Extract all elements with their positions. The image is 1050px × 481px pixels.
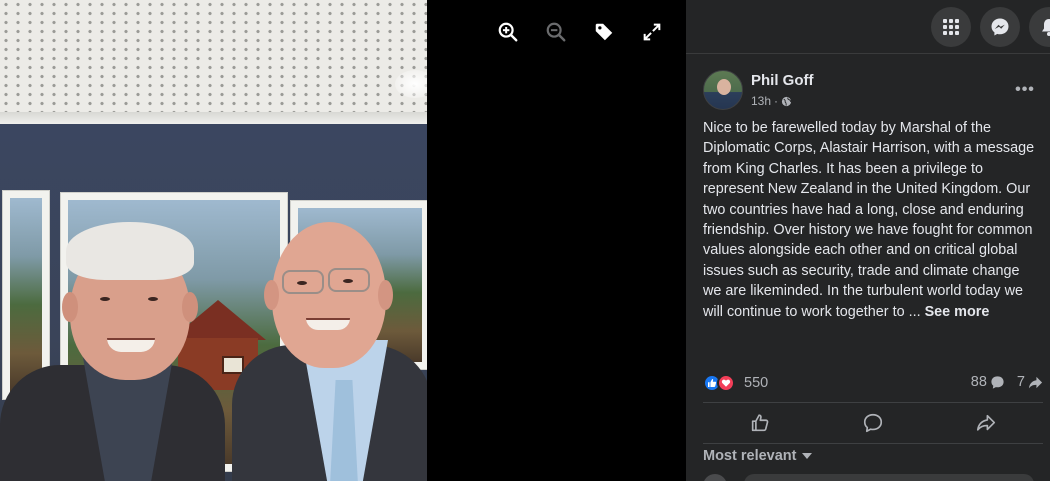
comment-preview	[744, 474, 1034, 481]
fullscreen-button[interactable]	[638, 18, 666, 46]
globe-icon[interactable]	[781, 96, 792, 107]
comments-count: 88	[970, 374, 987, 390]
reaction-icons[interactable]	[703, 374, 735, 392]
meta-separator: ·	[774, 94, 779, 108]
menu-button[interactable]	[931, 7, 971, 47]
photo-ceiling	[0, 0, 427, 120]
post-header: Phil Goff 13h · •••	[703, 70, 1043, 114]
zoom-in-button[interactable]	[494, 18, 522, 46]
top-bar	[686, 0, 1050, 54]
post-panel: Phil Goff 13h · ••• Nice to be farewelle…	[686, 0, 1050, 481]
post-meta: 13h ·	[751, 94, 792, 108]
tag-icon	[595, 23, 613, 41]
zoom-in-icon	[498, 22, 518, 42]
share-count-icon	[1028, 376, 1043, 388]
comment-count-icon	[991, 375, 1004, 389]
messenger-button[interactable]	[980, 7, 1020, 47]
post-stats: 550 88 7	[703, 372, 1043, 396]
post-photo[interactable]	[0, 0, 427, 481]
photo-viewer	[0, 0, 686, 481]
comment-icon	[863, 413, 883, 433]
share-icon	[977, 414, 996, 431]
menu-grid-icon	[943, 19, 959, 35]
zoom-out-icon	[546, 22, 566, 42]
notifications-bell-icon	[1042, 19, 1050, 36]
tag-photo-button[interactable]	[590, 18, 618, 46]
post-time[interactable]: 13h	[751, 94, 771, 108]
post-text: Nice to be farewelled today by Marshal o…	[703, 118, 1039, 322]
love-reaction-icon	[717, 374, 735, 392]
comment-button[interactable]	[816, 403, 929, 443]
like-icon	[751, 414, 768, 432]
comment-sort-dropdown[interactable]: Most relevant	[703, 448, 813, 464]
like-button[interactable]	[703, 403, 816, 443]
share-button[interactable]	[930, 403, 1043, 443]
viewer-toolbar	[494, 18, 666, 46]
messenger-icon	[991, 18, 1009, 36]
engagement-counts: 88 7	[971, 374, 1043, 390]
zoom-out-button[interactable]	[542, 18, 570, 46]
post-author[interactable]: Phil Goff	[751, 72, 814, 89]
shares-count-group[interactable]: 7	[1017, 374, 1043, 390]
see-more-link[interactable]: See more	[925, 304, 990, 320]
commenter-avatar	[703, 474, 727, 481]
comment-sort-label: Most relevant	[703, 448, 797, 464]
reactions-count[interactable]: 550	[744, 375, 768, 391]
chevron-down-icon	[802, 453, 813, 459]
fullscreen-icon	[643, 23, 661, 41]
shares-count: 7	[1016, 374, 1025, 390]
avatar[interactable]	[703, 70, 743, 110]
notifications-button[interactable]	[1029, 7, 1050, 47]
post-body: Nice to be farewelled today by Marshal o…	[703, 120, 1035, 320]
post-options-button[interactable]: •••	[1011, 76, 1039, 104]
comments-count-group[interactable]: 88	[971, 374, 1005, 390]
post-actions	[703, 402, 1043, 444]
